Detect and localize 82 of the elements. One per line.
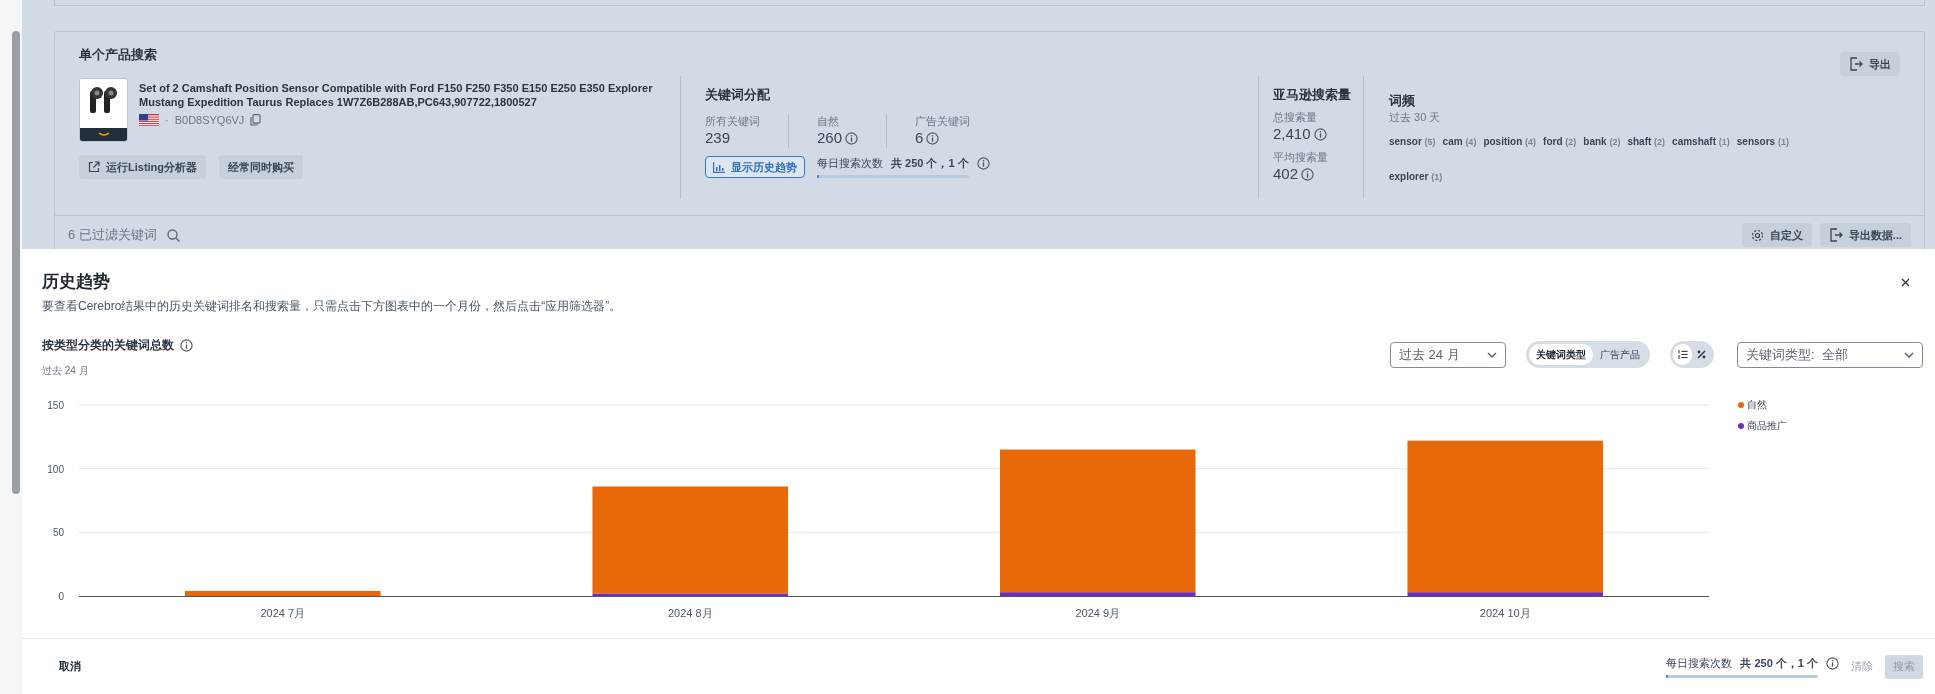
stat-label: 自然 [817,114,840,128]
daily-searches-count: 共 250 个，1 个 [891,156,969,171]
filtered-count: 6 已过滤关键词 [68,226,157,244]
section-title: 亚马逊搜索量 [1273,86,1352,104]
word-frequency-tag: cam (4) [1442,136,1477,147]
axis-tick-label: 100 [47,463,64,475]
period-label: 过去 30 天 [1389,110,1442,124]
close-icon [1901,277,1910,287]
stat-value: 239 [705,128,731,148]
show-history-button[interactable]: 显示历史趋势 [705,156,805,178]
period-select[interactable]: 过去 24 月 [1390,341,1506,368]
axis-tick-label: 2024 10月 [1479,607,1531,619]
chevron-down-icon [1904,351,1914,358]
scrollbar[interactable] [12,31,20,494]
daily-searches-label: 每日搜索次数 [1666,655,1733,671]
info-icon[interactable] [180,338,193,352]
legend-item[interactable]: 自然 [1738,398,1787,412]
word-frequency-tag: sensors (1) [1736,136,1789,147]
stat-label: 平均搜索量 [1273,150,1329,164]
word-frequency-tag: position (4) [1483,136,1537,147]
word-frequency-tag: camshaft (1) [1672,136,1730,147]
stat-label: 所有关键词 [705,114,760,128]
copy-icon[interactable] [250,114,262,126]
numbered-list-toggle[interactable] [1673,344,1692,365]
word-frequency-tag: explorer (1) [1389,171,1443,182]
dialog-description: 要查看Cerebro结果中的历史关键词排名和搜索量，只需点击下方图表中的一个月份，然后点击“应用筛选器”。 [42,298,623,315]
external-link-icon [88,161,100,173]
search-icon[interactable] [166,228,180,242]
numbered-list-icon [1677,350,1688,359]
word-frequency-tag: bank (2) [1583,136,1621,147]
axis-tick-label: 2024 7月 [260,607,306,619]
chevron-down-icon [1487,351,1497,358]
run-analyzer-button[interactable]: 运行Listing分析器 [79,155,207,179]
axis-tick-label: 0 [58,591,64,602]
chart-title: 按类型分类的关键词总数 [42,337,174,354]
axis-tick-label: 150 [47,400,64,411]
separator-dot: · [165,114,169,126]
segment-tab[interactable]: 广告产品 [1593,344,1647,365]
chart-bar[interactable] [184,590,381,596]
daily-searches-count: 共 250 个，1 个 [1740,655,1818,671]
export-button[interactable]: 导出 [1840,52,1900,76]
section-title: 单个产品搜索 [79,46,157,64]
word-frequency-tag: sensor (5) [1389,136,1436,147]
daily-searches-label: 每日搜索次数 [817,156,883,171]
stat-value: 2,410 [1273,124,1311,144]
export-icon [1828,228,1843,242]
marketplace-badge [80,128,127,141]
stat-value: 6 [915,128,924,148]
asin: B0D8SYQ6VJ [174,114,245,126]
stat-label: 广告关键词 [915,114,971,128]
info-icon[interactable] [845,131,859,145]
word-frequency-tag: ford (2) [1543,136,1577,147]
axis-tick-label: 2024 9月 [1075,607,1121,619]
keyword-type-select[interactable]: 关键词类型: 全部 [1737,341,1923,368]
dialog-title: 历史趋势 [42,271,110,293]
stat-value: 402 [1273,164,1299,184]
percent-icon [1697,350,1706,359]
export-data-button[interactable]: 导出数据... [1819,223,1911,247]
section-title: 词频 [1389,92,1416,110]
bought-together-button[interactable]: 经常同时购买 [219,155,304,179]
info-icon[interactable] [1826,656,1839,670]
legend-item[interactable]: 商品推广 [1738,419,1787,433]
info-icon[interactable] [976,157,990,170]
info-icon[interactable] [926,131,940,145]
settings-icon [1750,228,1764,242]
export-icon [1849,57,1863,71]
word-frequency-tag: shaft (2) [1627,136,1666,147]
info-icon[interactable] [1301,167,1315,181]
stat-value: 260 [817,128,843,148]
axis-tick-label: 50 [52,527,64,539]
product-thumbnail[interactable] [79,78,128,142]
product-title[interactable]: Set of 2 Camshaft Position Sensor Compatible with Ford F150 F250 F350 E150 E250 E350 Explorer Mustang Expedition Taurus Replaces 1W7Z6B288AB,PC643,907722,1800527 [139,81,679,109]
flag-icon [139,114,159,126]
bar-chart-icon [713,161,725,173]
customize-button[interactable]: 自定义 [1741,223,1812,247]
stat-label: 总搜索量 [1273,110,1318,124]
cancel-button[interactable]: 取消 [59,659,81,674]
chart-subtitle: 过去 24 月 [42,364,90,378]
segment-tab[interactable]: 关键词类型 [1529,344,1593,365]
axis-tick-label: 2024 8月 [667,607,713,619]
info-icon[interactable] [1313,127,1327,141]
section-title: 关键词分配 [705,86,771,104]
